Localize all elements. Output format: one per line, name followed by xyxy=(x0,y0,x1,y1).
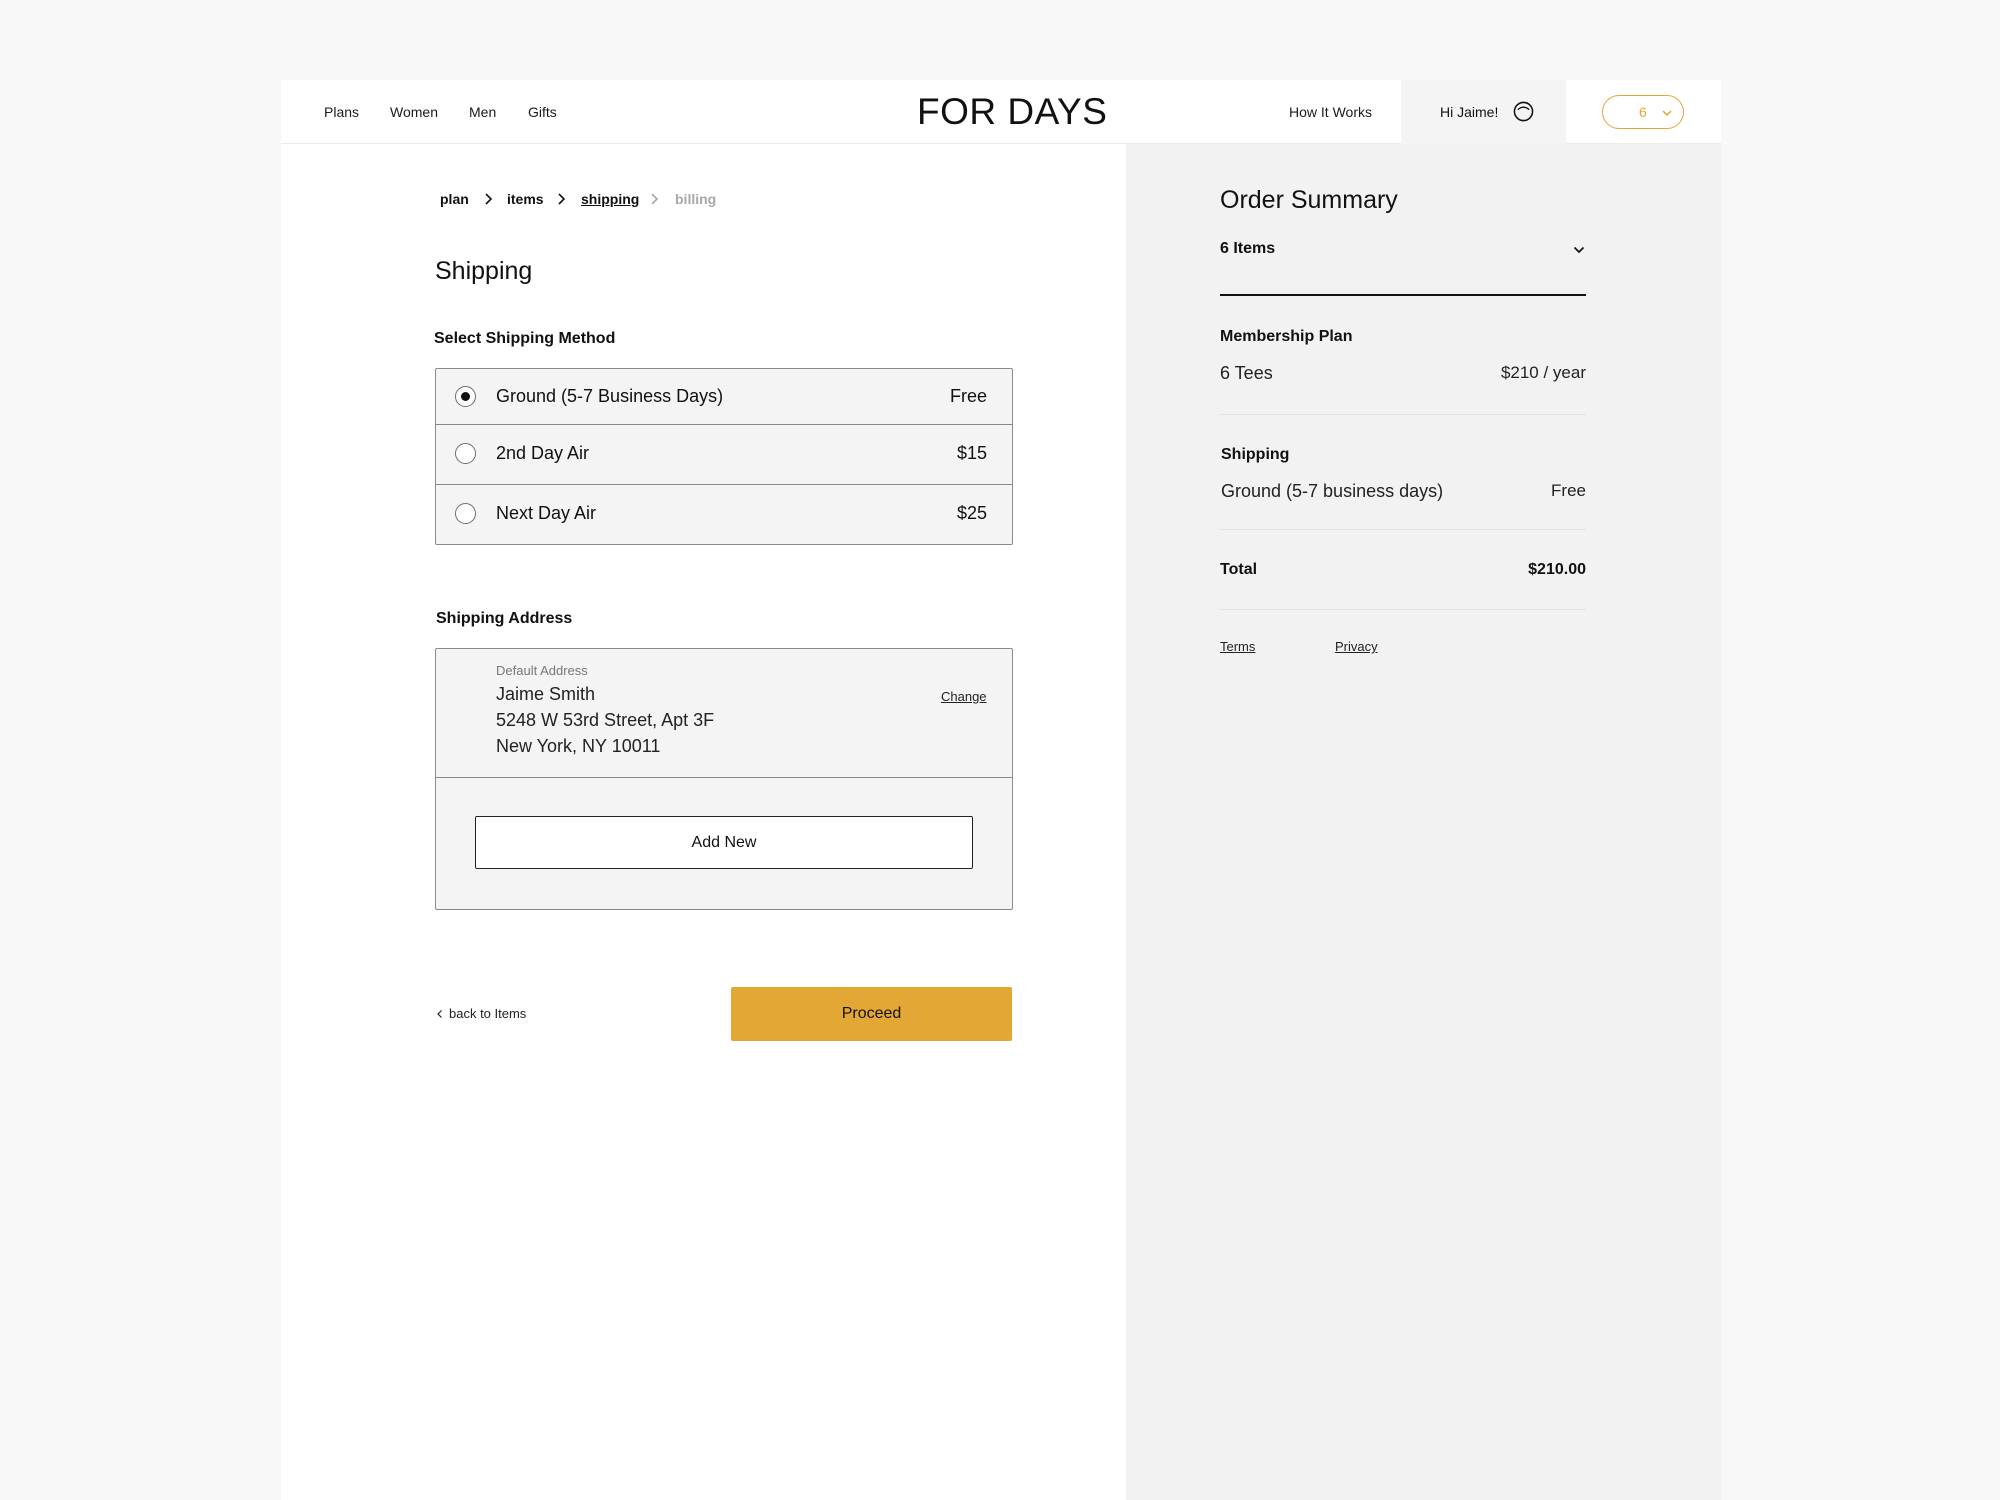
page-title: Shipping xyxy=(435,257,533,285)
user-avatar-icon xyxy=(1513,101,1534,122)
add-new-label: Add New xyxy=(691,834,757,851)
items-count-label: 6 Items xyxy=(1220,240,1276,257)
chevron-right-icon xyxy=(558,193,566,205)
address-name: Jaime Smith xyxy=(496,684,596,704)
divider xyxy=(1220,414,1586,415)
radio-selected-dot xyxy=(461,392,470,401)
shipping-address-heading: Shipping Address xyxy=(436,610,573,627)
add-new-address-button[interactable]: Add New xyxy=(475,816,973,869)
nav-gifts[interactable]: Gifts xyxy=(528,104,557,120)
shipping-option-next-day[interactable]: Next Day Air $25 xyxy=(436,484,1012,544)
nav-men[interactable]: Men xyxy=(469,104,496,120)
membership-price: $210 / year xyxy=(1500,363,1586,382)
chevron-left-icon xyxy=(437,1010,442,1018)
shipping-address-card: Default Address Jaime Smith 5248 W 53rd … xyxy=(435,648,1013,910)
nav-plans[interactable]: Plans xyxy=(324,104,359,120)
chevron-right-icon xyxy=(485,193,493,205)
breadcrumb-items[interactable]: items xyxy=(507,191,544,207)
chevron-right-icon xyxy=(651,193,659,205)
default-address-caption: Default Address xyxy=(496,663,588,678)
address-street: 5248 W 53rd Street, Apt 3F xyxy=(496,710,715,730)
brand-logo[interactable]: FOR DAYS xyxy=(917,93,1107,130)
privacy-link[interactable]: Privacy xyxy=(1335,639,1378,654)
option-label: 2nd Day Air xyxy=(496,443,590,463)
page: Plans Women Men Gifts FOR DAYS How It Wo… xyxy=(281,80,1721,1500)
shipping-option-ground[interactable]: Ground (5-7 Business Days) Free xyxy=(436,369,1012,424)
divider xyxy=(1220,529,1586,530)
shipping-method-options: Ground (5-7 Business Days) Free 2nd Day … xyxy=(435,368,1013,545)
membership-item: 6 Tees xyxy=(1220,363,1273,383)
back-to-items-link[interactable]: back to Items xyxy=(435,1006,526,1021)
membership-plan-heading: Membership Plan xyxy=(1220,328,1353,345)
total-value: $210.00 xyxy=(1528,561,1586,578)
total-label: Total xyxy=(1220,561,1258,578)
account-menu[interactable]: Hi Jaime! xyxy=(1401,80,1566,144)
nav-women[interactable]: Women xyxy=(390,104,438,120)
option-label: Ground (5-7 Business Days) xyxy=(496,386,724,406)
option-price: $15 xyxy=(956,443,987,463)
radio-button[interactable] xyxy=(455,503,476,524)
cart-button[interactable]: 6 xyxy=(1602,95,1684,129)
option-price: $25 xyxy=(956,503,987,523)
order-summary-title: Order Summary xyxy=(1220,186,1398,214)
option-label: Next Day Air xyxy=(496,503,597,523)
cart-count: 6 xyxy=(1639,104,1647,120)
chevron-down-icon xyxy=(1662,110,1672,117)
divider xyxy=(1220,609,1586,610)
account-greeting: Hi Jaime! xyxy=(1440,104,1499,120)
shipping-summary-item: Ground (5-7 business days) xyxy=(1221,481,1444,501)
back-label: back to Items xyxy=(449,1006,527,1021)
order-summary-panel: Order Summary 6 Items Membership Plan 6 … xyxy=(1126,144,1721,1500)
shipping-summary-heading: Shipping xyxy=(1221,446,1290,463)
divider xyxy=(436,777,1012,778)
breadcrumb-billing: billing xyxy=(675,191,717,207)
radio-button[interactable] xyxy=(455,386,476,407)
breadcrumb-plan[interactable]: plan xyxy=(440,191,469,207)
breadcrumb-shipping[interactable]: shipping xyxy=(581,191,639,207)
divider xyxy=(1220,294,1586,296)
chevron-down-icon xyxy=(1573,246,1585,254)
option-price: Free xyxy=(949,386,987,406)
shipping-option-2nd-day[interactable]: 2nd Day Air $15 xyxy=(436,424,1012,484)
shipping-method-heading: Select Shipping Method xyxy=(434,330,616,347)
change-address-link[interactable]: Change xyxy=(941,689,987,704)
address-city: New York, NY 10011 xyxy=(496,736,661,756)
proceed-button[interactable]: Proceed xyxy=(731,987,1012,1041)
terms-link[interactable]: Terms xyxy=(1220,639,1255,654)
nav-how-it-works[interactable]: How It Works xyxy=(1289,104,1372,120)
proceed-label: Proceed xyxy=(841,1005,902,1022)
shipping-summary-price: Free xyxy=(1551,481,1586,500)
radio-button[interactable] xyxy=(455,443,476,464)
top-nav: Plans Women Men Gifts FOR DAYS How It Wo… xyxy=(281,80,1721,144)
items-toggle[interactable]: 6 Items xyxy=(1220,240,1586,266)
